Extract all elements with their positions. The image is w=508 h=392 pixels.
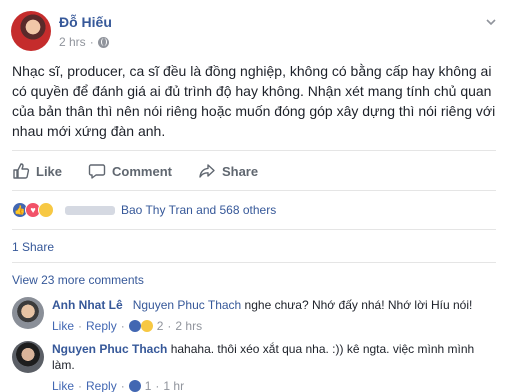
- comment-like-link[interactable]: Like: [52, 378, 74, 392]
- comment-author[interactable]: Anh Nhat Lê: [52, 298, 123, 312]
- comment-reply-link[interactable]: Reply: [86, 378, 117, 392]
- post-time[interactable]: 2 hrs: [59, 35, 86, 49]
- haha-reaction-icon: [38, 202, 54, 218]
- post-actions-bar: Like Comment Share: [12, 158, 496, 184]
- divider: [12, 150, 496, 151]
- blurred-name: [65, 205, 115, 215]
- comment-actions: Like · Reply · 2 · 2 hrs: [52, 318, 203, 334]
- author-avatar[interactable]: [11, 11, 51, 51]
- comment-button[interactable]: Comment: [88, 162, 172, 180]
- like-icon: [13, 163, 30, 179]
- reactions-text[interactable]: Bao Thy Tran and 568 others: [121, 203, 276, 217]
- like-button[interactable]: Like: [12, 162, 62, 180]
- commenter-avatar[interactable]: [12, 297, 44, 329]
- post-text: Nhạc sĩ, producer, ca sĩ đều là đồng ngh…: [12, 63, 496, 139]
- like-label: Like: [36, 163, 63, 179]
- divider: [12, 190, 496, 191]
- comment-time[interactable]: 1 hr: [163, 378, 184, 392]
- reactions-summary[interactable]: 👍 ♥ Bao Thy Tran and 568 others: [12, 200, 276, 220]
- post-author-name[interactable]: Đỗ Hiếu: [59, 14, 112, 30]
- commenter-avatar[interactable]: [12, 341, 44, 373]
- shares-count[interactable]: 1 Share: [12, 240, 54, 254]
- comment-item: Nguyen Phuc Thach hahaha. thôi xéo xắt q…: [12, 341, 496, 392]
- comment-label: Comment: [112, 163, 172, 179]
- facebook-post: Đỗ Hiếu 2 hrs · Nhạc sĩ, producer, ca sĩ…: [0, 0, 508, 392]
- comment-text: nghe chưa? Nhớ đấy nhá! Nhớ lời Híu nói!: [241, 298, 473, 312]
- globe-icon: [97, 36, 109, 48]
- comment-body: Nguyen Phuc Thach hahaha. thôi xéo xắt q…: [52, 341, 492, 392]
- share-icon: [199, 164, 215, 178]
- comment-actions: Like · Reply · 1 · 1 hr: [52, 378, 185, 392]
- chevron-down-icon[interactable]: [484, 15, 498, 29]
- comment-author[interactable]: Nguyen Phuc Thach: [52, 342, 167, 356]
- meta-separator: ·: [89, 35, 94, 49]
- comment-tag[interactable]: Nguyen Phuc Thach: [133, 298, 242, 312]
- comment-icon: [88, 164, 106, 179]
- post-meta: 2 hrs ·: [59, 35, 109, 49]
- comment-body: Anh Nhat Lê Nguyen Phuc Thach nghe chưa?…: [52, 297, 492, 334]
- like-reaction-icon: [128, 320, 141, 332]
- view-more-comments-link[interactable]: View 23 more comments: [12, 273, 144, 287]
- comment-reaction-count[interactable]: 2: [157, 318, 164, 334]
- comment-like-link[interactable]: Like: [52, 318, 74, 334]
- comment-item: Anh Nhat Lê Nguyen Phuc Thach nghe chưa?…: [12, 297, 496, 335]
- like-reaction-icon: [128, 380, 141, 392]
- comment-reply-link[interactable]: Reply: [86, 318, 117, 334]
- haha-reaction-icon: [140, 320, 153, 332]
- comment-time[interactable]: 2 hrs: [175, 318, 202, 334]
- share-label: Share: [221, 163, 259, 179]
- divider: [12, 262, 496, 263]
- divider: [12, 229, 496, 230]
- share-button[interactable]: Share: [198, 162, 258, 180]
- comment-reaction-count[interactable]: 1: [145, 378, 152, 392]
